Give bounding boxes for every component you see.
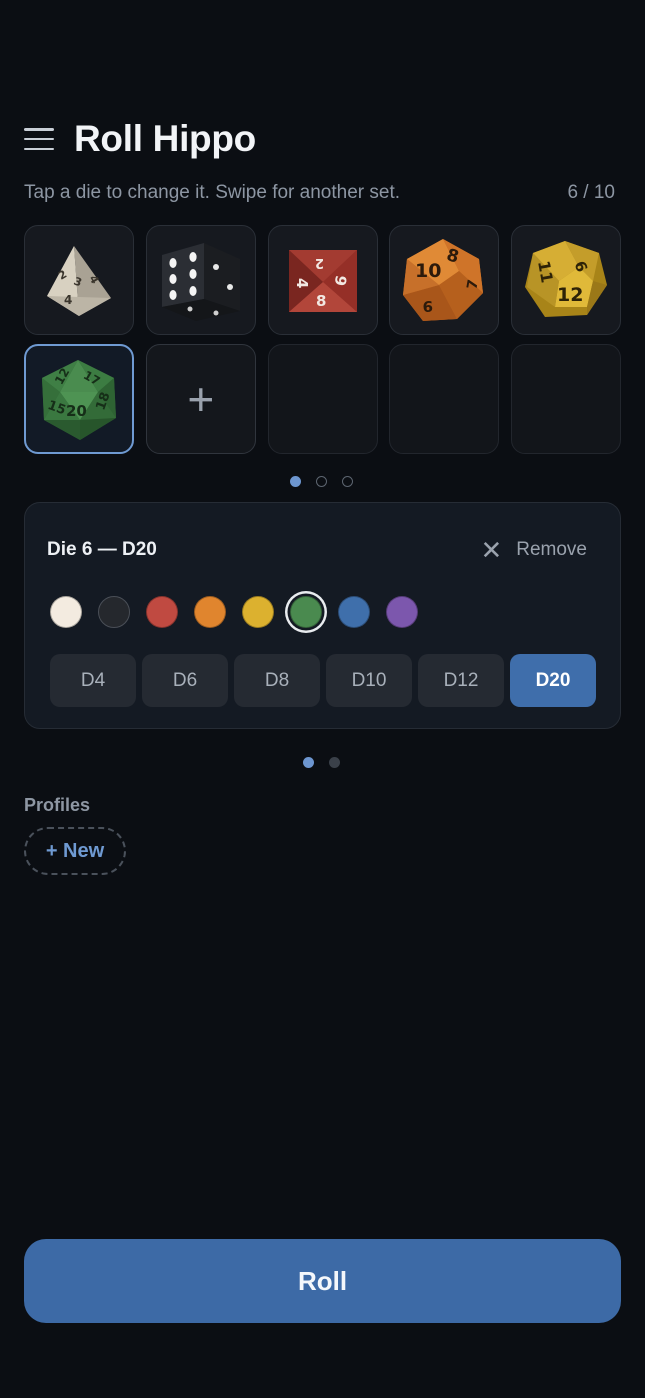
- d6-die-icon: [161, 243, 240, 321]
- roll-button[interactable]: Roll: [24, 1239, 621, 1323]
- svg-text:20: 20: [66, 402, 87, 420]
- color-swatches: [50, 596, 418, 628]
- color-swatch-blue[interactable]: [338, 596, 370, 628]
- color-swatch-black[interactable]: [98, 596, 130, 628]
- dice-slot-1[interactable]: 2 3 4 4: [24, 225, 134, 335]
- die-type-d20[interactable]: D20: [510, 654, 596, 707]
- app-header: Roll Hippo: [24, 118, 256, 160]
- svg-text:2: 2: [314, 255, 323, 270]
- dice-grid: 2 3 4 4 2 4 6 8 10 8 9 7 11 9 12 12 17 1…: [24, 225, 621, 454]
- dice-slot-2[interactable]: [145, 225, 256, 335]
- subtitle-row: Tap a die to change it. Swipe for anothe…: [24, 182, 615, 204]
- instructions-text: Tap a die to change it. Swipe for anothe…: [24, 182, 401, 203]
- dice-slot-4[interactable]: 10 8 9 7: [389, 225, 500, 335]
- empty-dice-slot[interactable]: [511, 344, 621, 454]
- color-swatch-purple[interactable]: [386, 596, 418, 628]
- plus-icon: +: [187, 373, 215, 425]
- add-die-button[interactable]: +: [145, 344, 256, 454]
- d12-die-icon: 11 9 12: [525, 241, 607, 317]
- svg-text:12: 12: [557, 284, 583, 306]
- die-type-d12[interactable]: D12: [418, 654, 504, 707]
- close-icon: ✕: [480, 535, 503, 565]
- die-type-d6[interactable]: D6: [142, 654, 228, 707]
- color-swatch-yellow[interactable]: [242, 596, 274, 628]
- svg-text:4: 4: [64, 293, 72, 307]
- d4-die-icon: 2 3 4 4: [47, 246, 111, 316]
- app-title: Roll Hippo: [74, 118, 256, 159]
- dice-slot-5[interactable]: 11 9 12: [511, 225, 621, 335]
- d8-die-icon: 2 4 6 8: [288, 250, 357, 312]
- profiles-heading: Profiles: [24, 795, 91, 815]
- die-editor-panel: Die 6 — D20 ✕ Remove D4 D6 D8 D10 D12 D2…: [24, 502, 621, 729]
- editor-pager: [303, 757, 340, 768]
- dice-slot-3[interactable]: 2 4 6 8: [267, 225, 378, 335]
- svg-text:4: 4: [293, 278, 311, 288]
- set-counter: 6 / 10: [567, 182, 615, 203]
- hamburger-menu-icon[interactable]: [24, 128, 54, 150]
- die-editor-title: Die 6 — D20: [47, 539, 157, 560]
- die-type-d4[interactable]: D4: [50, 654, 136, 707]
- color-swatch-red[interactable]: [146, 596, 178, 628]
- color-swatch-green[interactable]: [290, 596, 322, 628]
- color-swatch-cream[interactable]: [50, 596, 82, 628]
- die-type-d8[interactable]: D8: [234, 654, 320, 707]
- d20-die-icon: 12 17 15 18 20: [42, 360, 116, 440]
- dice-set-pager: [290, 476, 353, 487]
- svg-text:9: 9: [423, 297, 433, 315]
- empty-dice-slot[interactable]: [389, 344, 500, 454]
- empty-dice-slot[interactable]: [267, 344, 378, 454]
- pager-dot[interactable]: [329, 757, 340, 768]
- die-type-selector: D4 D6 D8 D10 D12 D20: [50, 654, 596, 707]
- d10-die-icon: 10 8 9 7: [403, 239, 484, 321]
- pager-dot[interactable]: [303, 757, 314, 768]
- svg-text:8: 8: [316, 292, 326, 310]
- die-type-d10[interactable]: D10: [326, 654, 412, 707]
- pager-dot[interactable]: [316, 476, 327, 487]
- pager-dot[interactable]: [290, 476, 301, 487]
- svg-text:11: 11: [534, 259, 557, 284]
- svg-text:10: 10: [415, 260, 441, 282]
- pager-dot[interactable]: [342, 476, 353, 487]
- color-swatch-orange[interactable]: [194, 596, 226, 628]
- dice-slot-6[interactable]: 12 17 15 18 20: [24, 344, 134, 454]
- remove-button[interactable]: ✕ Remove: [480, 537, 587, 563]
- new-profile-button[interactable]: + New: [24, 827, 126, 875]
- remove-label: Remove: [516, 539, 587, 560]
